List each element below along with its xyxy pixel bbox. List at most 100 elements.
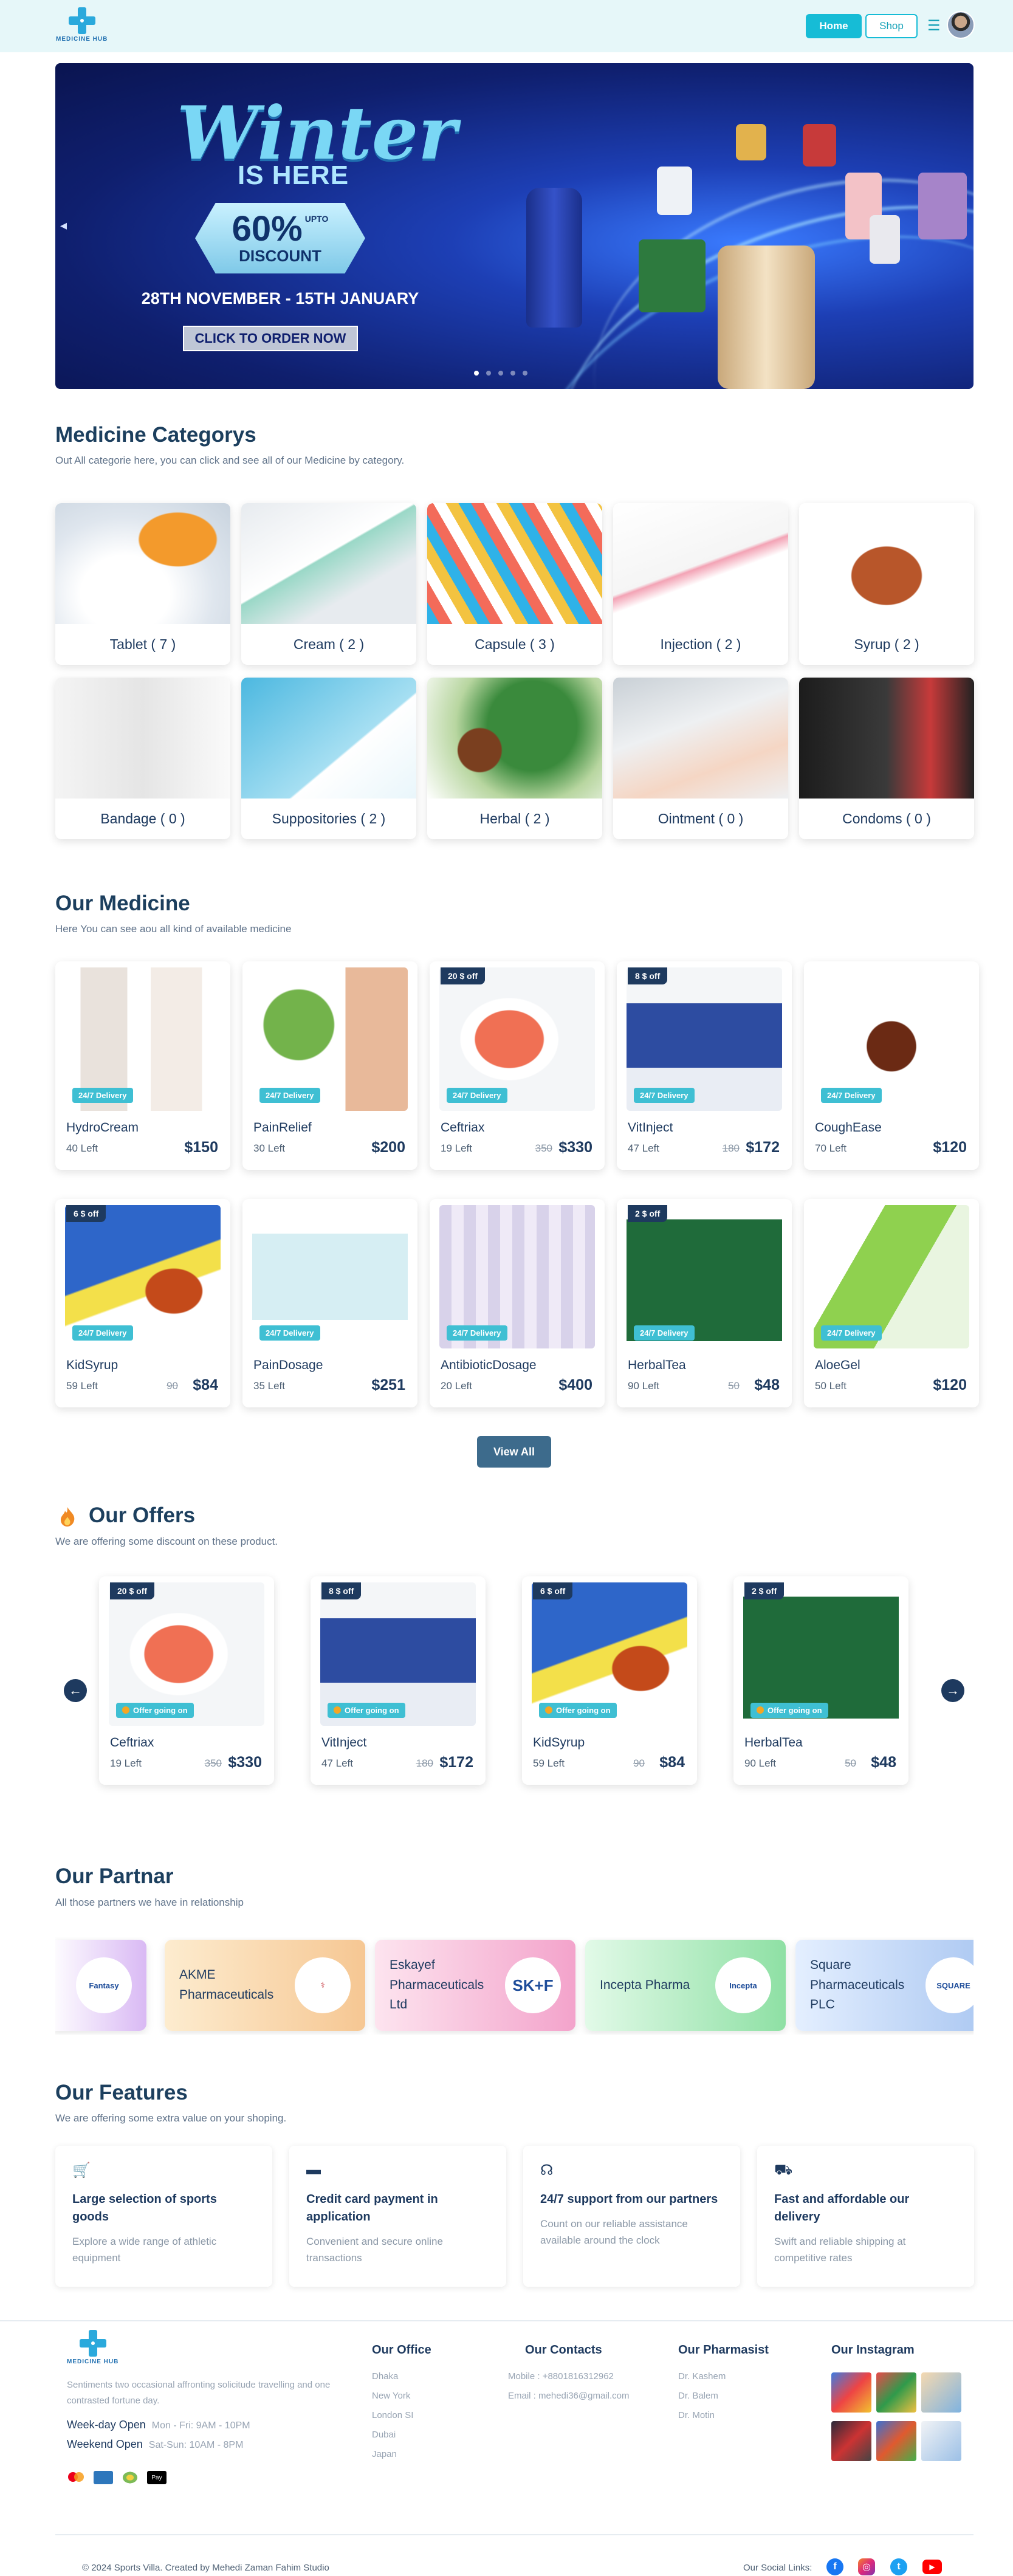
offers-prev-arrow-icon[interactable]: ← [64, 1679, 87, 1702]
product-price: $120 [933, 1139, 967, 1156]
copyright: © 2024 Sports Villa. Created by Mehedi Z… [82, 2563, 329, 2573]
pharmacist-name[interactable]: Dr. Balem [678, 2386, 726, 2406]
office-location[interactable]: Dubai [372, 2425, 413, 2445]
features-subtitle: We are offering some extra value on your… [55, 2112, 287, 2124]
nav-home-button[interactable]: Home [806, 14, 862, 38]
pharmacist-name[interactable]: Dr. Motin [678, 2406, 726, 2425]
partner-card[interactable]: Eskayef Pharmaceuticals Ltd SK+F [375, 1940, 575, 2031]
instagram-icon[interactable]: ◎ [858, 2558, 875, 2575]
medicine-card[interactable]: 24/7 Delivery AloeGel 50 Left $120 [804, 1199, 979, 1407]
contact-email[interactable]: Email : mehedi36@gmail.com [508, 2386, 629, 2406]
partner-card[interactable]: Incepta Pharma Incepta [585, 1940, 786, 2031]
medicine-card[interactable]: 24/7 Delivery PainDosage 35 Left $251 [242, 1199, 417, 1407]
offer-card[interactable]: 20 $ off Offer going on Ceftriax 19 Left 35… [99, 1576, 274, 1785]
category-image [241, 503, 416, 624]
offer-card[interactable]: 8 $ off Offer going on VitInject 47 Left 18… [311, 1576, 486, 1785]
cart-icon: 🛒 [72, 2162, 91, 2179]
offer-card[interactable]: 2 $ off Offer going on HerbalTea 90 Left 50… [733, 1576, 908, 1785]
medicine-card[interactable]: 24/7 Delivery HydroCream 40 Left $150 [55, 961, 230, 1170]
offers-title: Our Offers [89, 1503, 196, 1527]
footer-weekday: Week-day Open Mon - Fri: 9AM - 10PM [67, 2419, 250, 2431]
footer-about: Sentiments two occasional affronting sol… [67, 2380, 331, 2406]
offer-card[interactable]: 6 $ off Offer going on KidSyrup 59 Left 90 $… [522, 1576, 697, 1785]
product-price: $330 [558, 1139, 592, 1156]
office-location[interactable]: London SI [372, 2406, 413, 2425]
medicine-card[interactable]: 2 $ off 24/7 Delivery HerbalTea 90 Left 50 $… [617, 1199, 792, 1407]
nav-shop-button[interactable]: Shop [865, 14, 918, 38]
medicine-card[interactable]: 6 $ off 24/7 Delivery KidSyrup 59 Left 90 $8… [55, 1199, 230, 1407]
medicine-card[interactable]: 20 $ off 24/7 Delivery Ceftriax 19 Left 350… [430, 961, 605, 1170]
footer-logo-text: MEDICINE HUB [67, 2358, 119, 2365]
instagram-photo-3[interactable] [921, 2372, 961, 2413]
category-card[interactable]: Bandage ( 0 ) [55, 678, 230, 839]
office-location[interactable]: Dhaka [372, 2367, 413, 2386]
footer-logo[interactable]: MEDICINE HUB [67, 2330, 118, 2365]
old-price: 180 [722, 1142, 740, 1154]
old-price: 50 [845, 1757, 856, 1769]
view-all-button[interactable]: View All [477, 1436, 551, 1468]
delivery-badge: 24/7 Delivery [447, 1088, 507, 1103]
instagram-photo-4[interactable] [831, 2421, 871, 2461]
medicine-card[interactable]: 24/7 Delivery AntibioticDosage 20 Left $40… [430, 1199, 605, 1407]
category-card[interactable]: Herbal ( 2 ) [427, 678, 602, 839]
instagram-photo-6[interactable] [921, 2421, 961, 2461]
offer-badge-label: Offer going on [133, 1706, 188, 1715]
old-price: 180 [416, 1757, 433, 1769]
discount-badge: 20 $ off [441, 967, 486, 984]
category-card[interactable]: Syrup ( 2 ) [799, 503, 974, 665]
category-image [427, 678, 602, 799]
delivery-badge: 24/7 Delivery [821, 1088, 882, 1103]
instagram-photo-1[interactable] [831, 2372, 871, 2413]
facebook-icon[interactable]: f [826, 2558, 843, 2575]
stock-left: 40 Left [66, 1142, 98, 1154]
offer-badge-label: Offer going on [556, 1706, 611, 1715]
office-location[interactable]: New York [372, 2386, 413, 2406]
weekday-label: Week-day Open [67, 2419, 146, 2431]
pharmacist-name[interactable]: Dr. Kashem [678, 2367, 726, 2386]
medicine-card[interactable]: 8 $ off 24/7 Delivery VitInject 47 Left 180… [617, 961, 792, 1170]
partner-card[interactable]: AKME Pharmaceuticals ⚕ [165, 1940, 365, 2031]
old-price: 350 [535, 1142, 552, 1154]
offer-dot-icon [545, 1706, 552, 1714]
category-card[interactable]: Capsule ( 3 ) [427, 503, 602, 665]
category-card[interactable]: Cream ( 2 ) [241, 503, 416, 665]
stock-left: 47 Left [321, 1757, 353, 1769]
hero-slide-dots[interactable] [474, 371, 527, 376]
product-name: KidSyrup [66, 1358, 118, 1372]
discount-badge: 8 $ off [321, 1582, 362, 1599]
category-card[interactable]: Suppositories ( 2 ) [241, 678, 416, 839]
product-name: PainRelief [253, 1121, 312, 1135]
old-price: 90 [167, 1380, 178, 1392]
partner-card[interactable]: Fantasy [55, 1940, 146, 2031]
medicine-card[interactable]: 24/7 Delivery CoughEase 70 Left $120 [804, 961, 979, 1170]
hero-prev-arrow-icon[interactable]: ◂ [60, 218, 67, 233]
product-vaseline-image [718, 246, 815, 389]
category-card[interactable]: Injection ( 2 ) [613, 503, 788, 665]
category-label: Bandage ( 0 ) [100, 811, 185, 826]
instagram-photo-2[interactable] [876, 2372, 916, 2413]
category-card[interactable]: Tablet ( 7 ) [55, 503, 230, 665]
category-card[interactable]: Ointment ( 0 ) [613, 678, 788, 839]
instagram-photo-5[interactable] [876, 2421, 916, 2461]
partner-card[interactable]: Square Pharmaceuticals PLC SQUARE [795, 1940, 974, 2031]
offer-dot-icon [334, 1706, 341, 1714]
hero-order-button[interactable]: CLICK TO ORDER NOW [183, 326, 358, 351]
product-price: $48 [754, 1376, 780, 1393]
user-avatar[interactable] [947, 11, 975, 39]
menu-icon[interactable]: ☰ [927, 17, 941, 35]
headset-icon: ☊ [540, 2162, 554, 2179]
product-name: CoughEase [815, 1121, 882, 1135]
product-name: PainDosage [253, 1358, 323, 1372]
offers-next-arrow-icon[interactable]: → [941, 1679, 964, 1702]
product-price: $48 [871, 1754, 896, 1771]
medicine-card[interactable]: 24/7 Delivery PainRelief 30 Left $200 [242, 961, 417, 1170]
office-location[interactable]: Japan [372, 2445, 413, 2464]
twitter-icon[interactable]: t [890, 2558, 907, 2575]
youtube-icon[interactable]: ▶ [922, 2560, 942, 2574]
hero-banner[interactable]: ◂ Winter IS HERE 60% UPTO DISCOUNT 28TH N… [55, 63, 974, 389]
contact-mobile[interactable]: Mobile : +8801816312962 [508, 2367, 614, 2386]
discount-word: DISCOUNT [239, 246, 321, 265]
category-card[interactable]: Condoms ( 0 ) [799, 678, 974, 839]
hero-subtitle: IS HERE [238, 160, 349, 190]
site-logo[interactable]: MEDICINE HUB [56, 7, 108, 43]
